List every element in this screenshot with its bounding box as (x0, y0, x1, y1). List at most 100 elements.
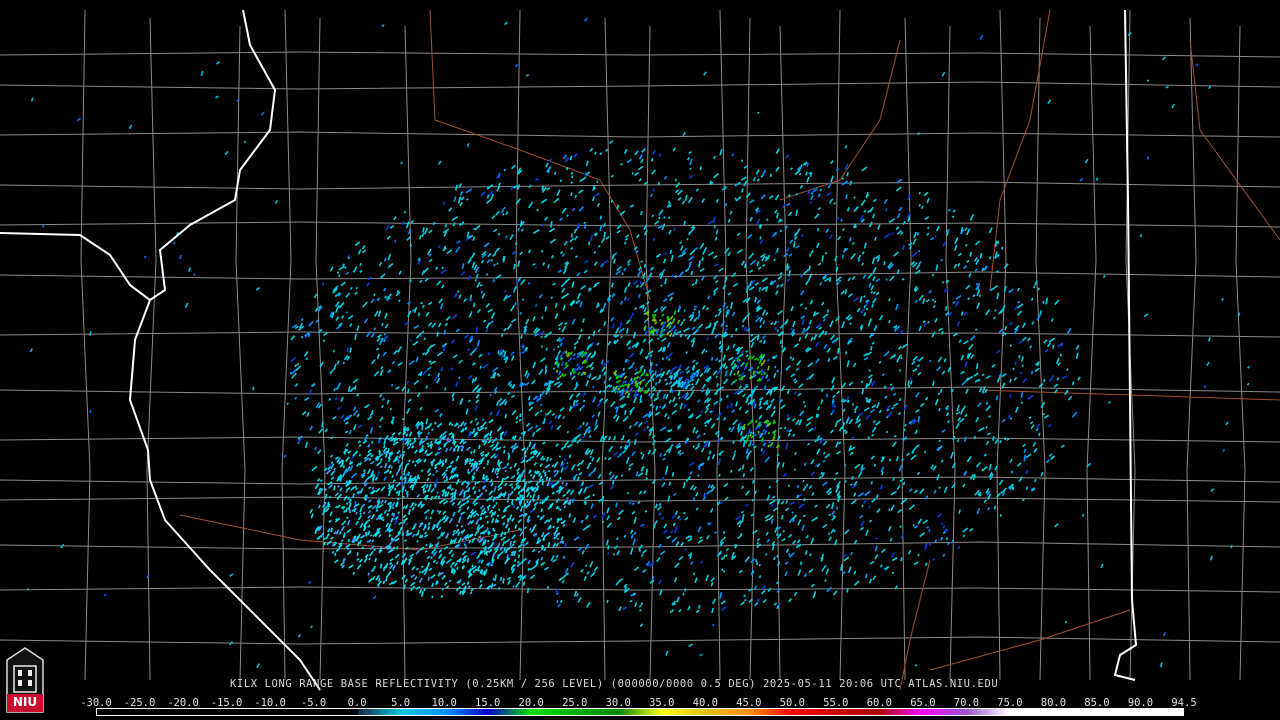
echo-pixel (484, 489, 488, 493)
echo-pixel (334, 397, 338, 401)
echo-pixel (695, 429, 699, 434)
echo-pixel (1210, 555, 1213, 561)
echo-pixel (491, 312, 496, 319)
echo-pixel (1195, 63, 1199, 67)
echo-pixel (609, 140, 614, 145)
echo-pixel (716, 383, 719, 387)
echo-pixel (144, 255, 147, 259)
echo-pixel (578, 206, 584, 212)
echo-pixel (430, 556, 433, 560)
echo-pixel (629, 312, 635, 320)
echo-pixel (589, 455, 593, 459)
echo-pixel (868, 282, 872, 288)
echo-pixel (672, 396, 676, 403)
echo-pixel (427, 526, 431, 531)
echo-pixel (582, 525, 590, 531)
echo-pixel (854, 463, 861, 470)
echo-pixel (1165, 85, 1170, 89)
echo-pixel (489, 430, 493, 437)
echo-pixel (917, 416, 921, 423)
echo-pixel (639, 394, 643, 402)
echo-pixel (995, 395, 999, 401)
echo-pixel (1079, 177, 1084, 182)
echo-pixel (748, 286, 755, 291)
echo-pixel (725, 554, 728, 557)
echo-pixel (393, 349, 399, 355)
echo-pixel (545, 347, 548, 351)
echo-pixel (862, 274, 867, 279)
echo-pixel (504, 523, 509, 529)
echo-pixel (889, 383, 893, 386)
echo-pixel (625, 328, 629, 334)
echo-pixel (370, 358, 376, 365)
echo-pixel (409, 279, 412, 283)
echo-pixel (1009, 344, 1013, 347)
colorbar-segment (487, 709, 532, 715)
echo-pixel (1033, 447, 1038, 453)
echo-pixel (471, 537, 476, 544)
echo-pixel (308, 321, 314, 327)
echo-pixel (743, 423, 746, 427)
echo-pixel (486, 258, 491, 264)
echo-pixel (1016, 310, 1023, 317)
echo-pixel (912, 524, 915, 527)
echo-pixel (639, 609, 642, 612)
echo-pixel (511, 517, 515, 522)
echo-pixel (828, 233, 833, 240)
echo-pixel (924, 562, 928, 567)
echo-pixel (634, 368, 638, 372)
echo-pixel (953, 263, 958, 269)
echo-pixel (460, 511, 466, 516)
echo-pixel (455, 328, 460, 333)
echo-pixel (603, 398, 609, 404)
echo-pixel (668, 380, 673, 386)
echo-pixel (715, 357, 719, 362)
echo-pixel (349, 286, 353, 290)
echo-pixel (650, 169, 656, 175)
echo-pixel (668, 481, 671, 486)
echo-pixel (910, 454, 917, 461)
echo-pixel (722, 302, 727, 308)
echo-pixel (625, 319, 631, 325)
echo-pixel (741, 188, 744, 193)
echo-pixel (380, 486, 386, 492)
echo-pixel (979, 34, 984, 40)
echo-pixel (780, 385, 786, 392)
echo-pixel (1013, 377, 1018, 381)
echo-pixel (640, 553, 644, 558)
echo-pixel (885, 207, 888, 212)
echo-pixel (805, 421, 812, 427)
echo-pixel (690, 382, 694, 386)
echo-pixel (624, 241, 627, 245)
echo-pixel (710, 422, 716, 429)
echo-pixel (531, 379, 536, 385)
echo-pixel (870, 455, 875, 460)
echo-pixel (556, 600, 559, 604)
echo-pixel (457, 508, 462, 513)
echo-pixel (869, 408, 875, 414)
echo-pixel (580, 459, 585, 465)
echo-pixel (765, 531, 769, 536)
echo-pixel (510, 394, 515, 398)
echo-pixel (509, 234, 514, 241)
echo-pixel (665, 465, 669, 472)
echo-pixel (471, 252, 476, 259)
echo-pixel (588, 373, 592, 379)
county-line (1186, 17, 1197, 681)
echo-pixel (460, 271, 466, 276)
echo-pixel (325, 469, 332, 475)
echo-pixel (560, 361, 564, 367)
echo-pixel (738, 385, 743, 390)
echo-pixel (722, 354, 726, 361)
echo-pixel (897, 509, 902, 514)
echo-pixel (439, 303, 444, 310)
echo-pixel (808, 553, 813, 557)
echo-pixel (733, 372, 736, 376)
echo-pixel (615, 502, 619, 508)
echo-pixel (378, 578, 381, 582)
echo-pixel (745, 354, 749, 358)
echo-pixel (885, 278, 888, 281)
echo-pixel (542, 262, 546, 266)
echo-pixel (609, 400, 616, 408)
echo-pixel (583, 221, 587, 225)
